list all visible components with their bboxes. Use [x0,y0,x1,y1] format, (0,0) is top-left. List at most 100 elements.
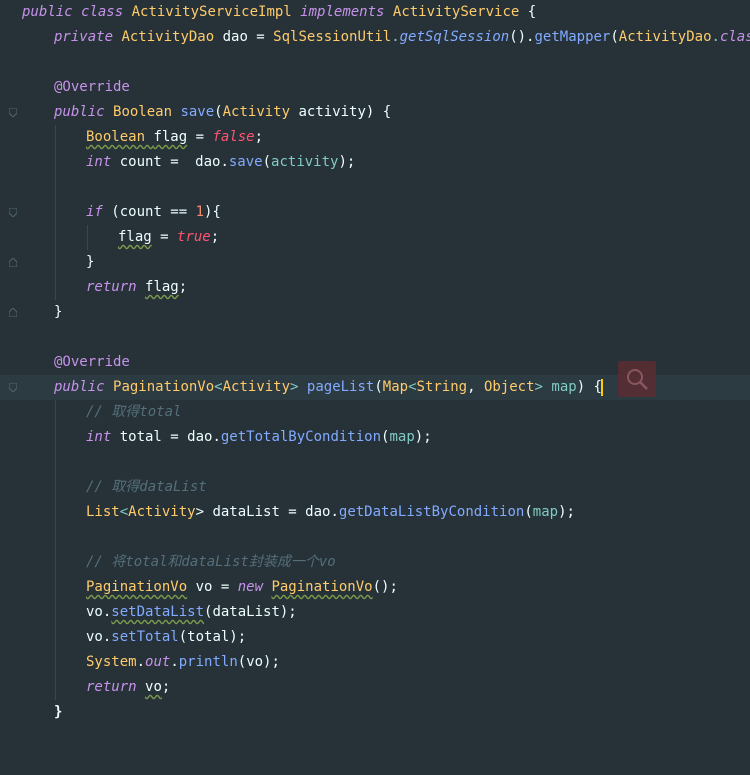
code-editor[interactable]: public class ActivityServiceImpl impleme… [0,0,750,721]
token: SqlSessionUtil [273,29,392,45]
lightbulb-icon[interactable] [31,354,96,397]
code-line-23[interactable]: // 将total和dataList封装成一个vo [0,550,750,575]
token: class [719,29,750,45]
token: (count == [111,204,196,220]
indent-guide [55,125,56,150]
token: ( [214,104,223,120]
indent-guide [55,275,56,300]
token: setDataList [111,604,205,620]
code-line-19[interactable] [0,450,750,475]
fold-marker-icon[interactable] [9,108,17,117]
code-line-29[interactable]: } [0,700,750,725]
fold-marker-icon[interactable] [9,383,17,392]
closing-brace: } [54,704,63,720]
token: ActivityDao [121,29,215,45]
indent-guide [55,200,56,225]
token: ActivityServiceImpl [131,4,301,20]
token: < [214,379,223,395]
indent-guide [55,175,56,200]
indent-guide [55,525,56,550]
token: = [187,129,213,145]
code-line-22[interactable] [0,525,750,550]
code-line-1[interactable]: public class ActivityServiceImpl impleme… [0,0,750,25]
closing-brace: } [54,304,63,320]
code-line-4[interactable]: @Override [0,75,750,100]
token: public [54,379,114,395]
token: map [389,429,415,445]
token: save [180,104,215,120]
token: Activity [222,104,291,120]
token: getSqlSession [399,29,510,45]
token: new [237,579,272,595]
fold-marker-icon[interactable] [9,258,17,267]
token: println [178,654,238,670]
token: PaginationVo [113,379,215,395]
token: ; [161,679,171,695]
token: = [151,229,178,245]
annotation: @Override [54,354,130,370]
code-line-9[interactable]: if (count == 1){ [0,200,750,225]
fold-marker-icon[interactable] [9,208,17,217]
code-line-6[interactable]: Boolean flag = false; [0,125,750,150]
indent-guide [55,225,56,250]
token: save [228,154,263,170]
token: > [290,379,307,395]
code-line-24[interactable]: PaginationVo vo = new PaginationVo(); [0,575,750,600]
token: Object [483,379,535,395]
token: int [86,429,120,445]
token: getTotalByCondition [220,429,382,445]
token: > dataList = [195,504,306,520]
code-line-20[interactable]: // 取得dataList [0,475,750,500]
code-line-5[interactable]: public Boolean save(Activity activity) { [0,100,750,125]
token: ); [338,154,356,170]
code-line-27[interactable]: System.out.println(vo); [0,650,750,675]
token: Map [382,379,409,395]
indent-guide [55,475,56,500]
token: vo [145,679,162,695]
code-line-10[interactable]: flag = true; [0,225,750,250]
token: PaginationVo [271,579,373,595]
token: ); [414,429,432,445]
code-line-26[interactable]: vo.setTotal(total); [0,625,750,650]
token: out [145,654,171,670]
token: ( [374,379,383,395]
indent-guide [55,625,56,650]
token: ( [262,154,272,170]
indent-guide [55,600,56,625]
code-line-17[interactable]: // 取得total [0,400,750,425]
token: public [54,104,114,120]
code-line-12[interactable]: return flag; [0,275,750,300]
code-line-13[interactable]: } [0,300,750,325]
token: ( [524,504,533,520]
token: total = [119,429,188,445]
code-line-11[interactable]: } [0,250,750,275]
token: vo. [86,629,112,645]
code-line-25[interactable]: vo.setDataList(dataList); [0,600,750,625]
fold-marker-icon[interactable] [9,308,17,317]
indent-guide [55,650,56,675]
search-icon [627,369,648,390]
code-line-28[interactable]: return vo; [0,675,750,700]
token: flag [153,129,188,145]
code-line-21[interactable]: List<Activity> dataList = dao.getDataLis… [0,500,750,525]
token: flag [118,229,152,245]
token: dao. [195,154,229,170]
token: getMapper [534,29,611,45]
code-line-7[interactable]: int count = dao.save(activity); [0,150,750,175]
code-line-2[interactable]: private ActivityDao dao = SqlSessionUtil… [0,25,750,50]
annotation: @Override [54,79,130,95]
text-caret [600,378,603,396]
comment: // 将total和dataList封装成一个vo [86,554,336,570]
token: . [170,654,179,670]
token: ; [178,279,188,295]
code-line-18[interactable]: int total = dao.getTotalByCondition(map)… [0,425,750,450]
token: Activity [128,504,196,520]
token: Activity [222,379,291,395]
search-overlay[interactable] [618,361,656,397]
token: true [177,229,211,245]
token: vo. [86,604,112,620]
token: (vo); [237,654,280,670]
token: ActivityDao [618,29,712,45]
code-line-8[interactable] [0,175,750,200]
token: dao. [305,504,339,520]
